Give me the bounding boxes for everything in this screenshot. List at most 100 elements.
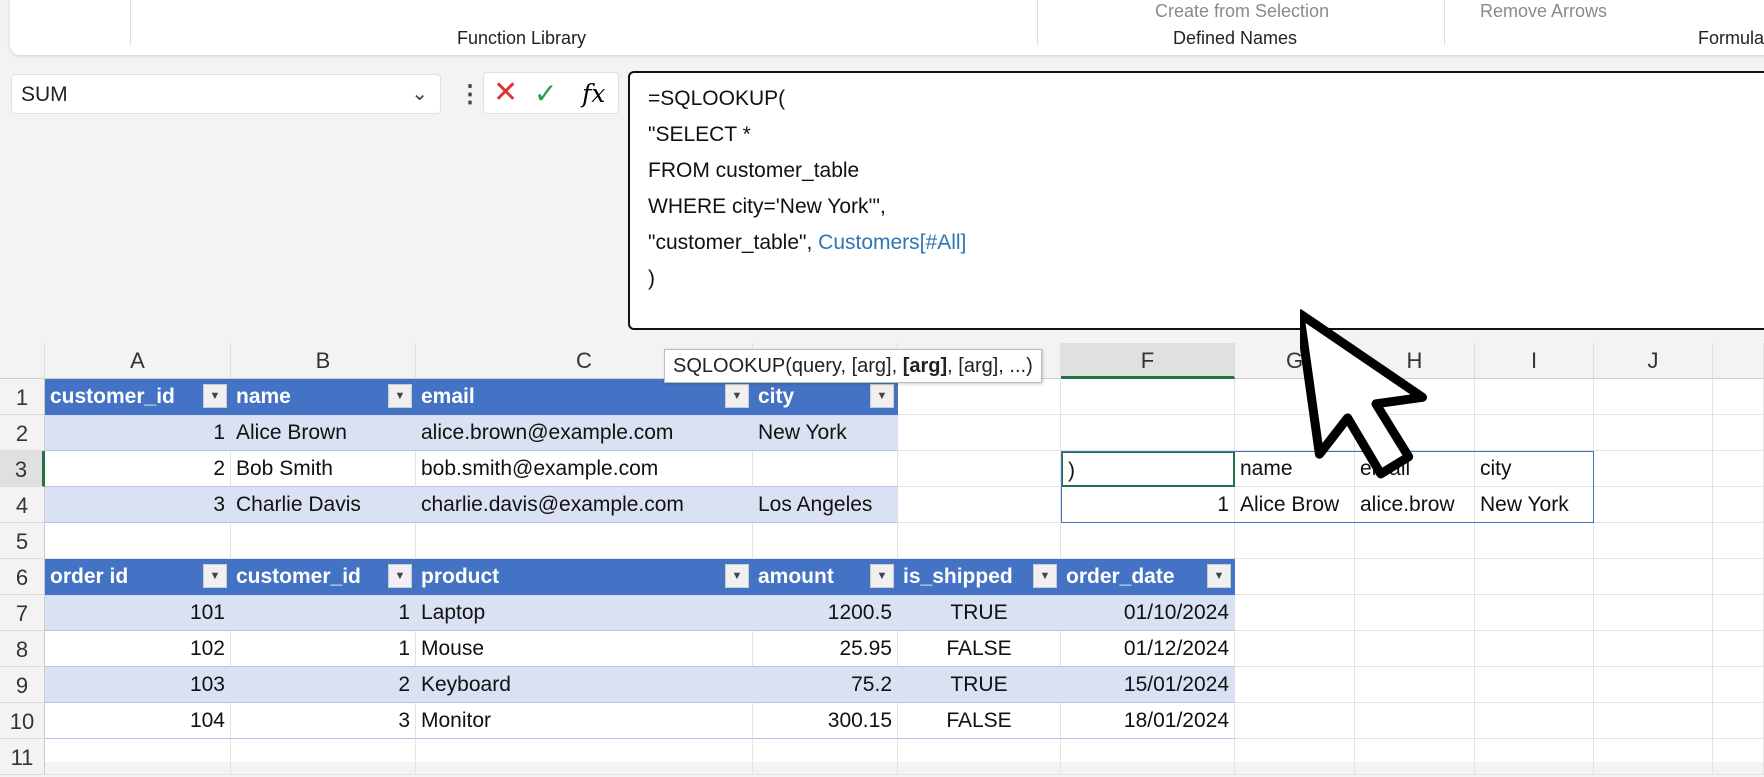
cell[interactable] <box>1713 631 1764 667</box>
table-cell[interactable]: TRUE <box>898 667 1061 703</box>
cell[interactable] <box>1713 595 1764 631</box>
cell[interactable] <box>1594 667 1713 703</box>
cell[interactable] <box>1061 523 1235 559</box>
cell[interactable] <box>1594 703 1713 739</box>
chevron-down-icon[interactable]: ⌄ <box>411 81 428 106</box>
cell[interactable] <box>1061 739 1235 775</box>
cell[interactable] <box>1713 487 1764 523</box>
cell[interactable] <box>1355 523 1475 559</box>
cell[interactable] <box>1594 451 1713 487</box>
row-header-6[interactable]: 6 <box>0 559 45 595</box>
cell[interactable] <box>1594 559 1713 595</box>
table-cell[interactable]: 1 <box>45 415 231 451</box>
cell[interactable] <box>1235 559 1355 595</box>
row-header-2[interactable]: 2 <box>0 415 45 451</box>
cell[interactable] <box>753 523 898 559</box>
cell[interactable] <box>1235 631 1355 667</box>
row-header-1[interactable]: 1 <box>0 379 45 415</box>
cell[interactable] <box>898 487 1061 523</box>
table-cell[interactable]: 1200.5 <box>753 595 898 631</box>
result-cell[interactable]: New York <box>1475 487 1594 523</box>
table-cell[interactable]: 2 <box>45 451 231 487</box>
filter-dropdown-icon[interactable]: ▼ <box>203 384 227 408</box>
formula-bar[interactable]: =SQLOOKUP("SELECT * FROM customer_table WH… <box>628 71 1764 330</box>
table-cell[interactable]: TRUE <box>898 595 1061 631</box>
cell[interactable] <box>1235 523 1355 559</box>
cell[interactable] <box>1061 379 1235 415</box>
name-box[interactable]: SUM ⌄ <box>11 74 441 114</box>
active-cell-F3[interactable]: ) <box>1061 451 1235 487</box>
column-header[interactable] <box>1713 343 1764 379</box>
cell[interactable] <box>1594 631 1713 667</box>
cancel-icon[interactable]: ✕ <box>493 75 518 110</box>
table-cell[interactable]: 3 <box>45 487 231 523</box>
cell[interactable] <box>753 739 898 775</box>
column-header-J[interactable]: J <box>1594 343 1713 379</box>
table-cell[interactable]: 25.95 <box>753 631 898 667</box>
cell[interactable] <box>1713 739 1764 775</box>
cell[interactable] <box>898 415 1061 451</box>
remove-arrows-button[interactable]: Remove Arrows <box>1480 1 1607 21</box>
cell[interactable] <box>231 739 416 775</box>
cell[interactable] <box>898 739 1061 775</box>
row-header-7[interactable]: 7 <box>0 595 45 631</box>
filter-dropdown-icon[interactable]: ▼ <box>388 564 412 588</box>
cell[interactable] <box>1594 739 1713 775</box>
cell[interactable] <box>45 739 231 775</box>
filter-dropdown-icon[interactable]: ▼ <box>725 384 749 408</box>
cell[interactable] <box>1713 559 1764 595</box>
cell[interactable] <box>1235 667 1355 703</box>
cell[interactable] <box>416 739 753 775</box>
cell[interactable] <box>1713 451 1764 487</box>
result-cell[interactable]: 1 <box>1061 487 1235 523</box>
cell[interactable] <box>1355 559 1475 595</box>
column-header-A[interactable]: A <box>45 343 231 379</box>
cell[interactable] <box>1475 379 1594 415</box>
filter-dropdown-icon[interactable]: ▼ <box>1033 564 1057 588</box>
row-header-4[interactable]: 4 <box>0 487 45 523</box>
table-cell[interactable]: New York <box>753 415 898 451</box>
table-cell[interactable]: 15/01/2024 <box>1061 667 1235 703</box>
cell[interactable] <box>1355 667 1475 703</box>
column-header-B[interactable]: B <box>231 343 416 379</box>
cell[interactable] <box>1475 415 1594 451</box>
filter-dropdown-icon[interactable]: ▼ <box>203 564 227 588</box>
cell[interactable] <box>1713 703 1764 739</box>
table-cell[interactable]: 300.15 <box>753 703 898 739</box>
row-header-11[interactable]: 11 <box>0 739 45 775</box>
table-cell[interactable]: 102 <box>45 631 231 667</box>
cell[interactable] <box>1475 595 1594 631</box>
worksheet-grid[interactable]: ABCDEFGHIJ1234567891011customer_id▼name▼… <box>0 343 1764 775</box>
cell[interactable] <box>231 523 416 559</box>
table-cell[interactable]: 01/12/2024 <box>1061 631 1235 667</box>
column-header-F[interactable]: F <box>1061 343 1235 379</box>
filter-dropdown-icon[interactable]: ▼ <box>725 564 749 588</box>
cell[interactable] <box>1235 739 1355 775</box>
row-header-3[interactable]: 3 <box>0 451 45 487</box>
cell[interactable] <box>45 523 231 559</box>
cell[interactable] <box>1061 415 1235 451</box>
row-header-10[interactable]: 10 <box>0 703 45 739</box>
table-cell[interactable]: 01/10/2024 <box>1061 595 1235 631</box>
table-cell[interactable]: Los Angeles <box>753 487 898 523</box>
cell[interactable] <box>416 523 753 559</box>
table-cell[interactable]: charlie.davis@example.com <box>416 487 753 523</box>
cell[interactable] <box>898 523 1061 559</box>
cell[interactable] <box>1475 631 1594 667</box>
row-header-8[interactable]: 8 <box>0 631 45 667</box>
row-header-5[interactable]: 5 <box>0 523 45 559</box>
filter-dropdown-icon[interactable]: ▼ <box>1207 564 1231 588</box>
cell[interactable] <box>1594 595 1713 631</box>
table-cell[interactable]: 18/01/2024 <box>1061 703 1235 739</box>
insert-function-icon[interactable]: fx <box>582 79 605 108</box>
table-cell[interactable]: 104 <box>45 703 231 739</box>
table-cell[interactable]: FALSE <box>898 703 1061 739</box>
cell[interactable] <box>1235 703 1355 739</box>
cell[interactable] <box>1355 595 1475 631</box>
table-cell[interactable]: 1 <box>231 595 416 631</box>
table-cell[interactable]: 1 <box>231 631 416 667</box>
table-cell[interactable]: Keyboard <box>416 667 753 703</box>
table-cell[interactable]: 75.2 <box>753 667 898 703</box>
table-cell[interactable] <box>753 451 898 487</box>
table-cell[interactable]: 103 <box>45 667 231 703</box>
